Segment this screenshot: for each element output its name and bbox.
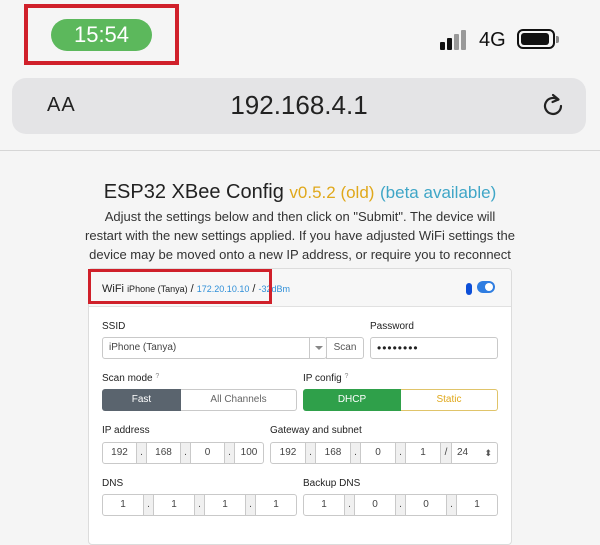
octet-separator: .: [225, 442, 234, 464]
ip-config-label-text: IP config: [303, 373, 342, 384]
dns-octet-3[interactable]: 1: [204, 494, 246, 516]
chevron-down-icon[interactable]: [309, 338, 326, 358]
backup-dns-octet-2[interactable]: 0: [354, 494, 396, 516]
dns-octet-2[interactable]: 1: [153, 494, 195, 516]
gateway-octet-1[interactable]: 192: [270, 442, 306, 464]
ip-octet-1[interactable]: 192: [102, 442, 137, 464]
scan-mode-label: Scan mode ?: [102, 373, 159, 384]
octet-separator: .: [144, 494, 153, 516]
subnet-separator: /: [441, 442, 451, 464]
app-title: ESP32 XBee Config: [103, 181, 284, 203]
gateway-octet-4[interactable]: 1: [405, 442, 441, 464]
ip-octet-3[interactable]: 0: [190, 442, 225, 464]
octet-separator: .: [396, 494, 405, 516]
status-indicator-icon: [466, 283, 472, 295]
scan-mode-all-channels[interactable]: All Channels: [181, 389, 297, 411]
battery-icon: [517, 29, 559, 49]
help-icon[interactable]: ?: [345, 373, 349, 380]
page-content: ESP32 XBee Config v0.5.2 (old) (beta ava…: [0, 151, 600, 545]
backup-dns-octet-1[interactable]: 1: [303, 494, 345, 516]
dns-octet-4[interactable]: 1: [255, 494, 297, 516]
reload-icon[interactable]: [539, 92, 567, 120]
help-icon[interactable]: ?: [155, 373, 159, 380]
octet-separator: .: [306, 442, 315, 464]
dns-label: DNS: [102, 478, 124, 489]
ip-octet-2[interactable]: 168: [146, 442, 181, 464]
network-type: 4G: [479, 29, 506, 51]
highlight-box-wifi: [88, 269, 272, 304]
page-title: ESP32 XBee Config v0.5.2 (old) (beta ava…: [0, 181, 600, 204]
url-field[interactable]: 192.168.4.1: [12, 90, 586, 121]
ip-config-static[interactable]: Static: [401, 389, 498, 411]
scan-button[interactable]: Scan: [326, 337, 364, 359]
highlight-box-time: [24, 4, 179, 65]
password-label: Password: [370, 321, 414, 332]
version-label: v0.5.2 (old): [289, 183, 375, 202]
octet-separator: .: [246, 494, 255, 516]
backup-dns-label: Backup DNS: [303, 478, 361, 489]
subnet-select[interactable]: 24: [451, 442, 498, 464]
password-field[interactable]: ••••••••: [370, 337, 498, 359]
ip-config-label: IP config ?: [303, 373, 348, 384]
octet-separator: .: [137, 442, 146, 464]
scan-mode-label-text: Scan mode: [102, 373, 153, 384]
octet-separator: .: [345, 494, 354, 516]
ip-octet-4[interactable]: 100: [234, 442, 264, 464]
status-bar: 15:54 4G: [0, 0, 600, 75]
scan-mode-fast[interactable]: Fast: [102, 389, 181, 411]
url-bar[interactable]: AA 192.168.4.1: [12, 78, 586, 134]
wifi-toggle[interactable]: [477, 281, 495, 293]
wifi-card: WiFi iPhone (Tanya) / 172.20.10.10 / -32…: [88, 268, 512, 545]
ssid-label: SSID: [102, 321, 126, 332]
dns-octet-1[interactable]: 1: [102, 494, 144, 516]
ssid-value: iPhone (Tanya): [109, 342, 177, 353]
signal-strength-icon: [440, 30, 470, 50]
gateway-label: Gateway and subnet: [270, 425, 362, 436]
ssid-select[interactable]: iPhone (Tanya): [102, 337, 327, 359]
octet-separator: .: [351, 442, 360, 464]
octet-separator: .: [447, 494, 456, 516]
ip-address-label: IP address: [102, 425, 150, 436]
gateway-octet-2[interactable]: 168: [315, 442, 351, 464]
ip-config-dhcp[interactable]: DHCP: [303, 389, 401, 411]
octet-separator: .: [195, 494, 204, 516]
gateway-octet-3[interactable]: 0: [360, 442, 396, 464]
octet-separator: .: [181, 442, 190, 464]
beta-available-link[interactable]: (beta available): [380, 183, 496, 202]
backup-dns-octet-3[interactable]: 0: [405, 494, 447, 516]
backup-dns-octet-4[interactable]: 1: [456, 494, 498, 516]
octet-separator: .: [396, 442, 405, 464]
